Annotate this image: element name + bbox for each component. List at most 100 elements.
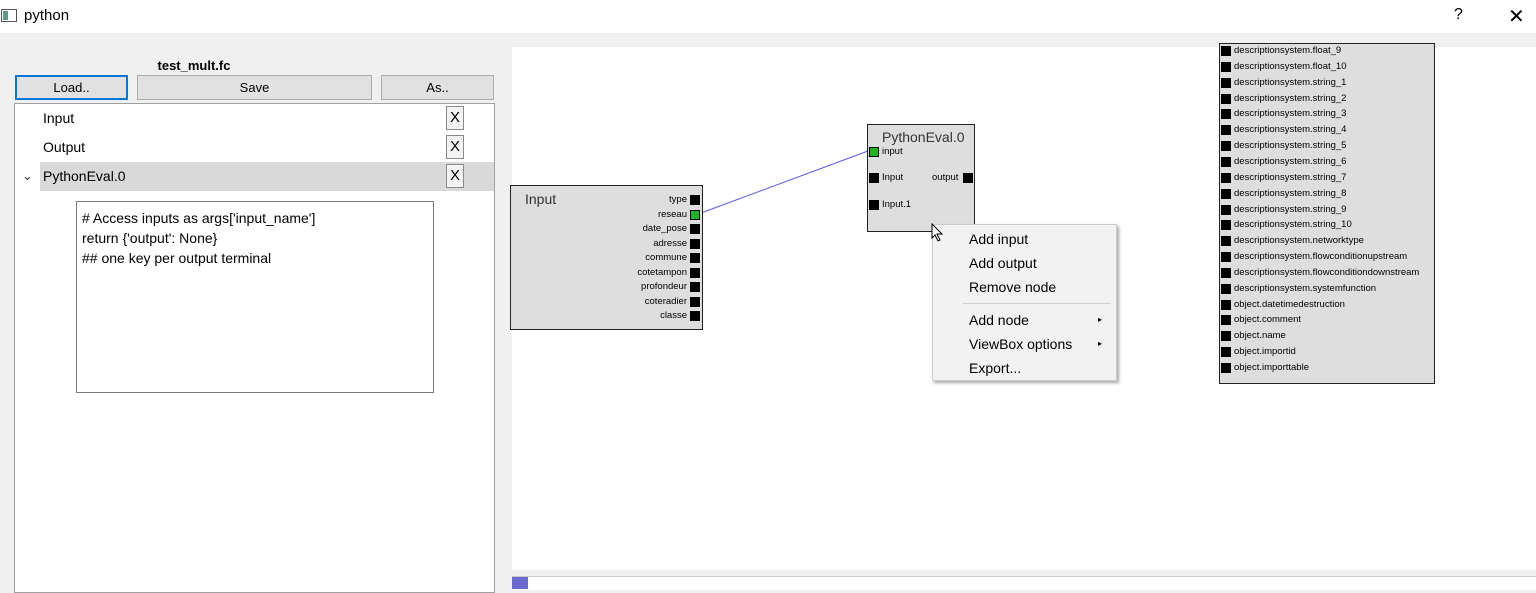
- port-terminal[interactable]: [690, 195, 700, 205]
- port-terminal[interactable]: [690, 311, 700, 321]
- port-label: type: [669, 194, 687, 205]
- load-button[interactable]: Load..: [15, 75, 128, 100]
- port-label: descriptionsystem.systemfunction: [1234, 282, 1377, 294]
- port-terminal[interactable]: [1221, 315, 1231, 326]
- port-row: descriptionsystem.systemfunction: [1220, 283, 1434, 296]
- node-title: PythonEval.0: [882, 129, 965, 145]
- menu-item-export[interactable]: Export...: [969, 360, 1021, 376]
- port-terminal[interactable]: [690, 267, 700, 278]
- port-terminal[interactable]: [869, 173, 879, 183]
- python-eval-node[interactable]: PythonEval.0 input Input Input.1 output: [867, 124, 975, 232]
- tree-item-input[interactable]: Input X: [15, 104, 494, 133]
- port-terminal[interactable]: [690, 238, 700, 249]
- port-terminal[interactable]: [1221, 283, 1231, 294]
- save-as-button[interactable]: As..: [381, 75, 494, 100]
- port-terminal[interactable]: [1221, 331, 1231, 342]
- output-node[interactable]: descriptionsystem.float_9 descriptionsyst…: [1219, 43, 1435, 384]
- title-bar: python ? ✕: [0, 0, 1536, 33]
- tree-item-label: Output: [43, 139, 86, 155]
- menu-item-add-input[interactable]: Add input: [969, 231, 1028, 247]
- close-button[interactable]: ✕: [1508, 4, 1525, 29]
- port-row: descriptionsystem.string_4: [1220, 124, 1434, 137]
- port-row: descriptionsystem.string_2: [1220, 93, 1434, 106]
- port-terminal[interactable]: [1221, 46, 1231, 56]
- port-label: descriptionsystem.string_4: [1234, 124, 1347, 136]
- port-label: descriptionsystem.string_5: [1234, 140, 1347, 152]
- port-label: input: [882, 146, 903, 157]
- port-terminal[interactable]: [1221, 141, 1231, 152]
- port-terminal[interactable]: [1221, 125, 1231, 136]
- flowchart-filename: test_mult.fc: [157, 58, 231, 73]
- port-terminal[interactable]: [1221, 109, 1231, 120]
- port-terminal[interactable]: [1221, 299, 1231, 310]
- port-terminal[interactable]: [963, 173, 973, 183]
- remove-node-button[interactable]: X: [446, 106, 464, 130]
- port-label: descriptionsystem.string_2: [1234, 92, 1347, 104]
- port-terminal[interactable]: [690, 296, 700, 307]
- port-label: commune: [645, 252, 687, 263]
- horizontal-scrollbar[interactable]: [512, 576, 1536, 590]
- port-row: descriptionsystem.string_7: [1220, 172, 1434, 185]
- port-label: descriptionsystem.string_10: [1234, 219, 1352, 231]
- port-terminal[interactable]: [1221, 204, 1231, 215]
- port-label: descriptionsystem.string_1: [1234, 76, 1347, 88]
- menu-item-viewbox-options[interactable]: ViewBox options: [969, 336, 1072, 352]
- port-row: descriptionsystem.string_10: [1220, 219, 1434, 232]
- tree-item-pythoneval[interactable]: PythonEval.0 X: [40, 162, 494, 191]
- port-label: descriptionsystem.float_10: [1234, 60, 1347, 72]
- save-button[interactable]: Save: [137, 75, 372, 100]
- port-terminal[interactable]: [690, 282, 700, 292]
- port-terminal[interactable]: [1221, 252, 1231, 263]
- port-row: Input.1: [868, 199, 928, 212]
- port-terminal[interactable]: [1221, 267, 1231, 278]
- port-terminal[interactable]: [1221, 93, 1231, 104]
- help-button[interactable]: ?: [1454, 6, 1463, 24]
- port-label: descriptionsystem.string_3: [1234, 108, 1347, 120]
- port-label: date_pose: [642, 223, 687, 234]
- node-tree: Input X Output X ⌄ PythonEval.0 X # Acce…: [14, 103, 495, 593]
- port-terminal[interactable]: [1221, 172, 1231, 183]
- port-row: classe: [511, 310, 702, 323]
- port-terminal[interactable]: [1221, 61, 1231, 72]
- port-label: output: [932, 172, 959, 183]
- port-label: object.datetimedestruction: [1234, 298, 1345, 310]
- port-row: descriptionsystem.string_5: [1220, 140, 1434, 153]
- menu-item-remove-node[interactable]: Remove node: [969, 279, 1056, 295]
- port-terminal[interactable]: [1221, 363, 1231, 373]
- port-row: object.comment: [1220, 314, 1434, 327]
- port-label: adresse: [653, 237, 687, 249]
- input-node[interactable]: Input type reseau date_pose adresse commune c…: [510, 185, 703, 330]
- port-terminal[interactable]: [1221, 188, 1231, 199]
- code-editor[interactable]: # Access inputs as args['input_name'] re…: [76, 201, 434, 393]
- code-line: # Access inputs as args['input_name']: [82, 210, 316, 226]
- menu-item-add-output[interactable]: Add output: [969, 255, 1037, 271]
- port-terminal[interactable]: [690, 209, 700, 220]
- scrollbar-thumb[interactable]: [512, 577, 528, 589]
- tree-item-label: Input: [43, 110, 75, 126]
- tree-item-output[interactable]: Output X: [15, 133, 494, 162]
- port-row: coteradier: [511, 296, 702, 309]
- remove-node-button[interactable]: X: [446, 135, 464, 159]
- port-label: coteradier: [644, 295, 687, 307]
- port-terminal[interactable]: [1221, 220, 1231, 231]
- port-row: reseau: [511, 209, 702, 222]
- port-row: type: [511, 194, 702, 207]
- port-terminal[interactable]: [1221, 156, 1231, 167]
- port-terminal[interactable]: [869, 147, 879, 157]
- port-row: output: [918, 172, 974, 185]
- port-terminal[interactable]: [690, 253, 700, 263]
- submenu-arrow-icon: ▸: [1097, 339, 1102, 348]
- port-label: cotetampon: [637, 266, 687, 278]
- port-label: object.comment: [1234, 314, 1302, 326]
- port-terminal[interactable]: [1221, 347, 1231, 358]
- port-terminal[interactable]: [690, 224, 700, 234]
- chevron-down-icon[interactable]: ⌄: [22, 168, 33, 184]
- code-line: ## one key per output terminal: [82, 250, 272, 266]
- port-terminal[interactable]: [869, 200, 879, 210]
- port-label: Input.1: [882, 199, 912, 210]
- port-row: object.datetimedestruction: [1220, 299, 1434, 312]
- remove-node-button[interactable]: X: [446, 164, 464, 188]
- port-terminal[interactable]: [1221, 236, 1231, 247]
- menu-item-add-node[interactable]: Add node: [969, 312, 1029, 328]
- port-terminal[interactable]: [1221, 77, 1231, 88]
